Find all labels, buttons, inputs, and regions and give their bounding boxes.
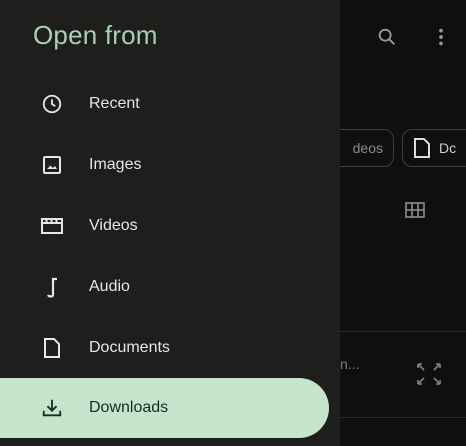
list-divider — [340, 417, 466, 418]
nav-item-audio[interactable]: Audio — [15, 257, 329, 317]
filter-chip-label: deos — [352, 140, 383, 156]
nav-item-videos[interactable]: Videos — [15, 196, 329, 256]
nav-item-label: Videos — [89, 217, 138, 234]
filter-chip-label: Dc — [439, 140, 457, 156]
filter-chip-documents[interactable]: Dc — [402, 129, 466, 167]
nav-item-label: Images — [89, 156, 142, 173]
nav-item-documents[interactable]: Documents — [15, 318, 329, 378]
download-icon — [40, 396, 64, 420]
music-note-icon — [40, 275, 64, 299]
file-name: n... — [340, 356, 360, 372]
grid-view-icon[interactable] — [405, 202, 425, 218]
search-icon[interactable] — [376, 26, 398, 48]
document-icon — [413, 137, 431, 159]
nav-item-images[interactable]: Images — [15, 135, 329, 195]
nav-item-label: Documents — [89, 339, 170, 356]
nav-item-label: Recent — [89, 95, 140, 112]
clock-icon — [40, 92, 64, 116]
nav-item-downloads[interactable]: Downloads — [0, 378, 329, 438]
document-icon — [40, 336, 64, 360]
more-vert-icon[interactable] — [431, 26, 451, 48]
nav-item-label: Downloads — [89, 399, 169, 416]
nav-item-recent[interactable]: Recent — [15, 74, 329, 134]
movie-icon — [40, 214, 64, 238]
navigation-drawer: Open from Recent Images Videos Audio Doc… — [0, 0, 340, 446]
drawer-title: Open from — [33, 20, 158, 50]
image-icon — [40, 153, 64, 177]
nav-item-label: Audio — [89, 278, 130, 295]
expand-icon[interactable] — [415, 361, 443, 387]
list-divider — [340, 331, 466, 332]
file-picker-screen: deos Dc n... Open from Recent Images Vid… — [0, 0, 466, 446]
